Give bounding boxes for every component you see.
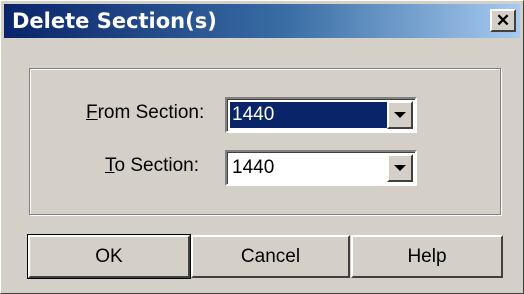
chevron-down-icon: [394, 112, 406, 118]
section-range-group: [29, 68, 501, 215]
from-accelerator-key: F: [86, 102, 98, 123]
to-section-combobox[interactable]: 1440: [225, 150, 417, 186]
ok-button[interactable]: OK: [27, 234, 191, 279]
cancel-button[interactable]: Cancel: [191, 235, 350, 278]
delete-sections-dialog: Delete Section(s) ✕ From Section: 1440 T…: [0, 0, 524, 294]
to-label-text: o Section:: [114, 155, 200, 176]
chevron-down-icon: [394, 165, 406, 171]
from-section-dropdown-button[interactable]: [387, 101, 413, 129]
help-button[interactable]: Help: [351, 235, 503, 278]
from-section-combobox[interactable]: 1440: [225, 97, 417, 133]
window-title: Delete Section(s): [12, 9, 217, 33]
to-section-dropdown-button[interactable]: [387, 154, 413, 182]
to-section-label: To Section:: [105, 155, 199, 177]
close-button[interactable]: ✕: [490, 9, 516, 32]
close-icon: ✕: [495, 11, 511, 30]
from-section-value[interactable]: 1440: [230, 102, 390, 128]
title-bar[interactable]: Delete Section(s) ✕: [4, 4, 520, 38]
to-section-value[interactable]: 1440: [230, 155, 390, 181]
to-accelerator-key: T: [105, 155, 115, 176]
from-label-text: rom Section:: [97, 102, 205, 123]
from-section-label: From Section:: [86, 102, 204, 124]
